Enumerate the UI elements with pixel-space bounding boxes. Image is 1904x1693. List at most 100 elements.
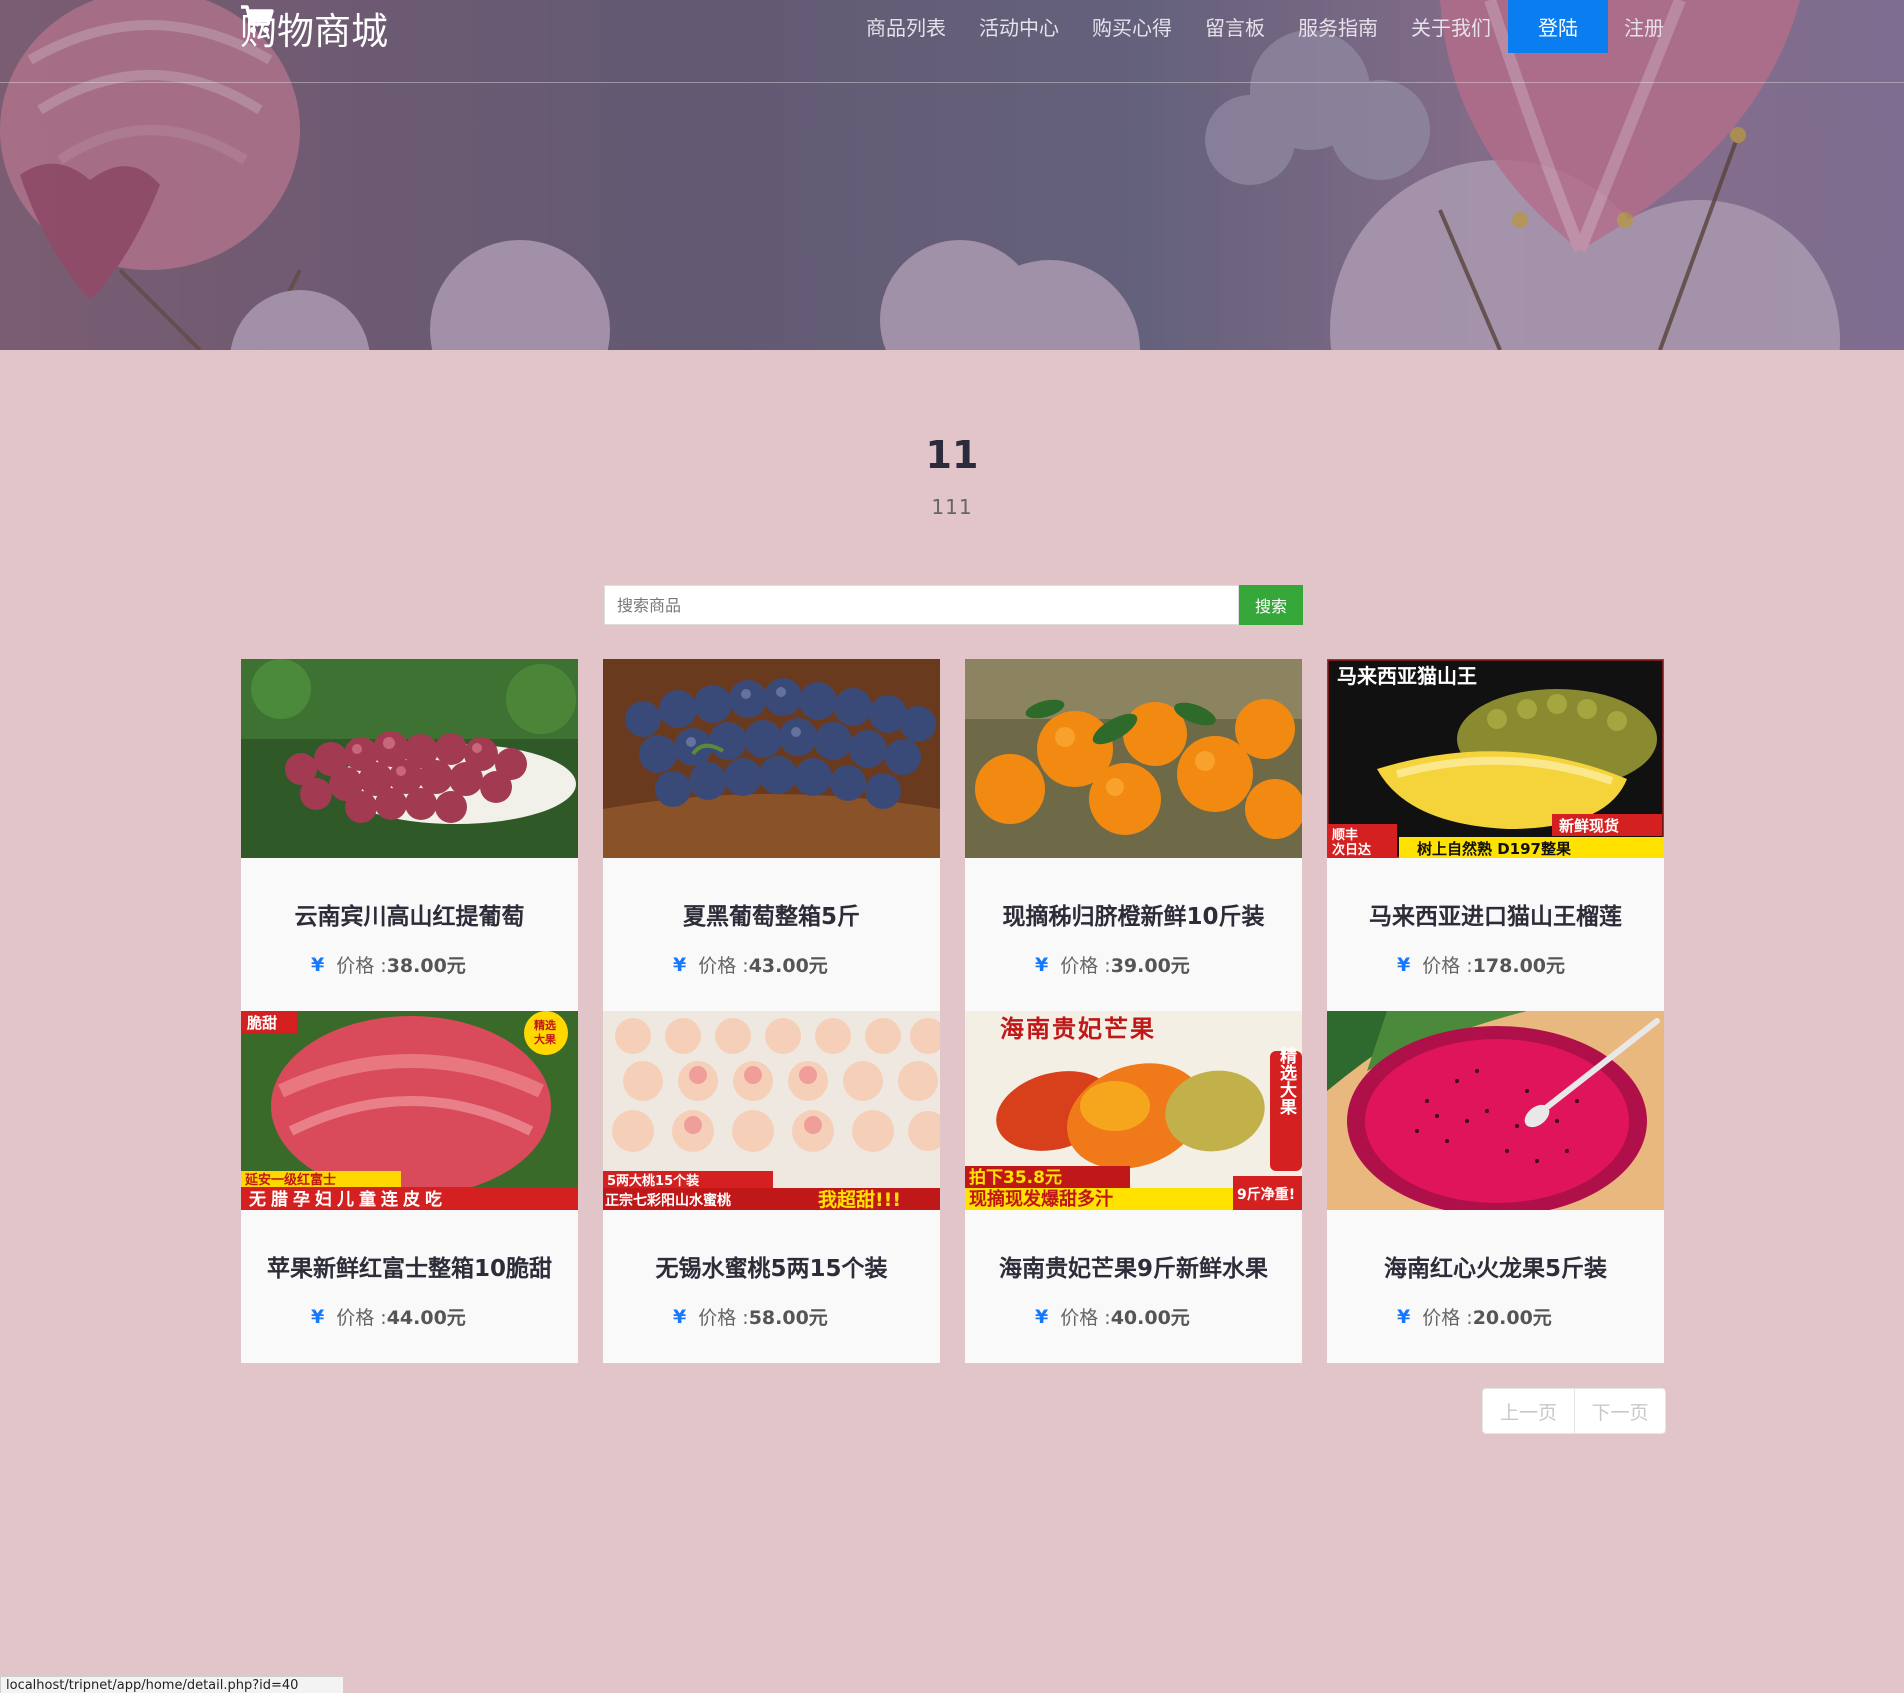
pagination: 上一页 下一页 [1482,1388,1666,1434]
mangoes-image: 海南贵妃芒果 精选大果 拍下35.8元 现摘现发爆甜多汁 9斤净重! [965,1011,1302,1210]
durian-image-text: 新鲜现货 [1559,817,1619,835]
next-page-button[interactable]: 下一页 [1574,1389,1665,1433]
product-title[interactable]: 海南红心火龙果5斤装 [1327,1249,1664,1283]
product-image[interactable]: 5两大桃15个装 正宗七彩阳山水蜜桃 我超甜!!! [603,1011,940,1210]
product-title[interactable]: 马来西亚进口猫山王榴莲 [1327,897,1664,931]
product-image[interactable] [965,659,1302,858]
price-value: 38.00元 [386,955,466,977]
product-card[interactable]: 海南红心火龙果5斤装 ¥ 价格 : 20.00元 [1327,1011,1664,1363]
product-title[interactable]: 苹果新鲜红富士整箱10脆甜 [241,1249,578,1283]
price-label: 价格 : [698,955,749,977]
browser-status-url: localhost/tripnet/app/home/detail.php?id… [0,1676,344,1693]
nav-item-reviews[interactable]: 购买心得 [1092,12,1172,41]
section-subtitle: 111 [931,495,973,519]
yen-icon: ¥ [1035,1305,1049,1328]
apple-image-text: 精选 [534,1018,556,1032]
yen-icon: ¥ [1397,1305,1411,1328]
product-image[interactable] [1327,1011,1664,1210]
product-price: ¥ 价格 : 43.00元 [673,951,828,978]
cart-icon [241,5,274,33]
product-card[interactable]: 云南宾川高山红提葡萄 ¥ 价格 : 38.00元 [241,659,578,1011]
fuji-apple-image: 脆甜 精选 大果 延安一级红富士 无腊孕妇儿童连皮吃 [241,1011,578,1210]
product-price: ¥ 价格 : 58.00元 [673,1303,828,1330]
price-value: 20.00元 [1472,1307,1552,1329]
red-grapes-image [241,659,578,858]
product-image[interactable]: 马来西亚猫山王 新鲜现货 顺丰 次日达 树上自然熟 D197整果 [1327,659,1664,858]
product-image[interactable] [241,659,578,858]
product-image[interactable]: 海南贵妃芒果 精选大果 拍下35.8元 现摘现发爆甜多汁 9斤净重! [965,1011,1302,1210]
apple-image-text: 脆甜 [247,1014,277,1032]
price-value: 43.00元 [748,955,828,977]
durian-image: 马来西亚猫山王 新鲜现货 顺丰 次日达 树上自然熟 D197整果 [1327,659,1664,858]
price-label: 价格 : [1422,1307,1473,1329]
price-value: 58.00元 [748,1307,828,1329]
apple-image-text: 大果 [534,1032,556,1046]
product-price: ¥ 价格 : 40.00元 [1035,1303,1190,1330]
product-title[interactable]: 云南宾川高山红提葡萄 [241,897,578,931]
register-link[interactable]: 注册 [1624,12,1664,41]
nav-item-about-us[interactable]: 关于我们 [1411,12,1491,41]
price-label: 价格 : [336,1307,387,1329]
product-price: ¥ 价格 : 39.00元 [1035,951,1190,978]
peach-image-text: 我超甜!!! [818,1188,901,1210]
price-label: 价格 : [698,1307,749,1329]
peaches-image: 5两大桃15个装 正宗七彩阳山水蜜桃 我超甜!!! [603,1011,940,1210]
product-grid: 云南宾川高山红提葡萄 ¥ 价格 : 38.00元 夏黑葡萄整箱5斤 ¥ 价格:… [241,659,1664,1363]
product-title[interactable]: 海南贵妃芒果9斤新鲜水果 [965,1249,1302,1283]
black-grapes-image [603,659,940,858]
product-image[interactable] [603,659,940,858]
price-value: 39.00元 [1110,955,1190,977]
price-label: 价格 : [1422,955,1473,977]
product-price: ¥ 价格 : 38.00元 [311,951,466,978]
apple-image-text: 无腊孕妇儿童连皮吃 [248,1189,447,1210]
product-card[interactable]: 5两大桃15个装 正宗七彩阳山水蜜桃 我超甜!!! 无锡水蜜桃5两15个装 ¥ … [603,1011,940,1363]
product-title[interactable]: 无锡水蜜桃5两15个装 [603,1249,940,1283]
product-card[interactable]: 海南贵妃芒果 精选大果 拍下35.8元 现摘现发爆甜多汁 9斤净重! 海南贵妃芒… [965,1011,1302,1363]
brand-logo[interactable]: 购物商城 [240,4,388,53]
yen-icon: ¥ [673,1305,687,1328]
apple-image-text: 延安一级红富士 [244,1172,336,1188]
mango-image-text: 海南贵妃芒果 [1000,1015,1156,1043]
product-title[interactable]: 现摘秭归脐橙新鲜10斤装 [965,897,1302,931]
search-button[interactable]: 搜索 [1239,585,1303,625]
product-card[interactable]: 脆甜 精选 大果 延安一级红富士 无腊孕妇儿童连皮吃 苹果新鲜红富士整箱10脆甜… [241,1011,578,1363]
section-title: 11 [925,433,979,477]
durian-image-text: 马来西亚猫山王 [1337,664,1477,688]
product-card[interactable]: 现摘秭归脐橙新鲜10斤装 ¥ 价格 : 39.00元 [965,659,1302,1011]
durian-image-text: 顺丰 [1332,827,1358,843]
dragon-fruit-image [1327,1011,1664,1210]
yen-icon: ¥ [311,953,325,976]
peach-image-text: 5两大桃15个装 [607,1173,699,1189]
top-navbar: 购物商城 商品列表 活动中心 购买心得 留言板 服务指南 关于我们 登陆 注册 [0,0,1904,83]
mango-image-text: 现摘现发爆甜多汁 [969,1188,1113,1210]
nav-item-products[interactable]: 商品列表 [866,12,946,41]
main-nav: 商品列表 活动中心 购买心得 留言板 服务指南 关于我们 登陆 注册 [866,0,1664,53]
product-title[interactable]: 夏黑葡萄整箱5斤 [603,897,940,931]
product-price: ¥ 价格 : 178.00元 [1397,951,1565,978]
yen-icon: ¥ [673,953,687,976]
prev-page-button[interactable]: 上一页 [1483,1389,1574,1433]
product-image[interactable]: 脆甜 精选 大果 延安一级红富士 无腊孕妇儿童连皮吃 [241,1011,578,1210]
search-input[interactable] [604,585,1239,625]
hero-banner: 购物商城 商品列表 活动中心 购买心得 留言板 服务指南 关于我们 登陆 注册 [0,0,1904,350]
product-price: ¥ 价格 : 20.00元 [1397,1303,1552,1330]
nav-item-events[interactable]: 活动中心 [979,12,1059,41]
navel-oranges-image [965,659,1302,858]
product-price: ¥ 价格 : 44.00元 [311,1303,466,1330]
peach-image-text: 正宗七彩阳山水蜜桃 [605,1192,731,1209]
price-value: 40.00元 [1110,1307,1190,1329]
mango-image-text: 精选大果 [1276,1046,1297,1116]
yen-icon: ¥ [1397,953,1411,976]
nav-item-message-board[interactable]: 留言板 [1205,12,1265,41]
price-value: 44.00元 [386,1307,466,1329]
nav-item-service-guide[interactable]: 服务指南 [1298,12,1378,41]
login-button[interactable]: 登陆 [1508,0,1608,53]
price-label: 价格 : [336,955,387,977]
durian-image-text: 树上自然熟 D197整果 [1417,840,1572,858]
search-bar: 搜索 [604,585,1303,625]
yen-icon: ¥ [311,1305,325,1328]
product-card[interactable]: 马来西亚猫山王 新鲜现货 顺丰 次日达 树上自然熟 D197整果 马来西亚进口猫… [1327,659,1664,1011]
price-value: 178.00元 [1472,955,1566,977]
yen-icon: ¥ [1035,953,1049,976]
product-card[interactable]: 夏黑葡萄整箱5斤 ¥ 价格 : 43.00元 [603,659,940,1011]
